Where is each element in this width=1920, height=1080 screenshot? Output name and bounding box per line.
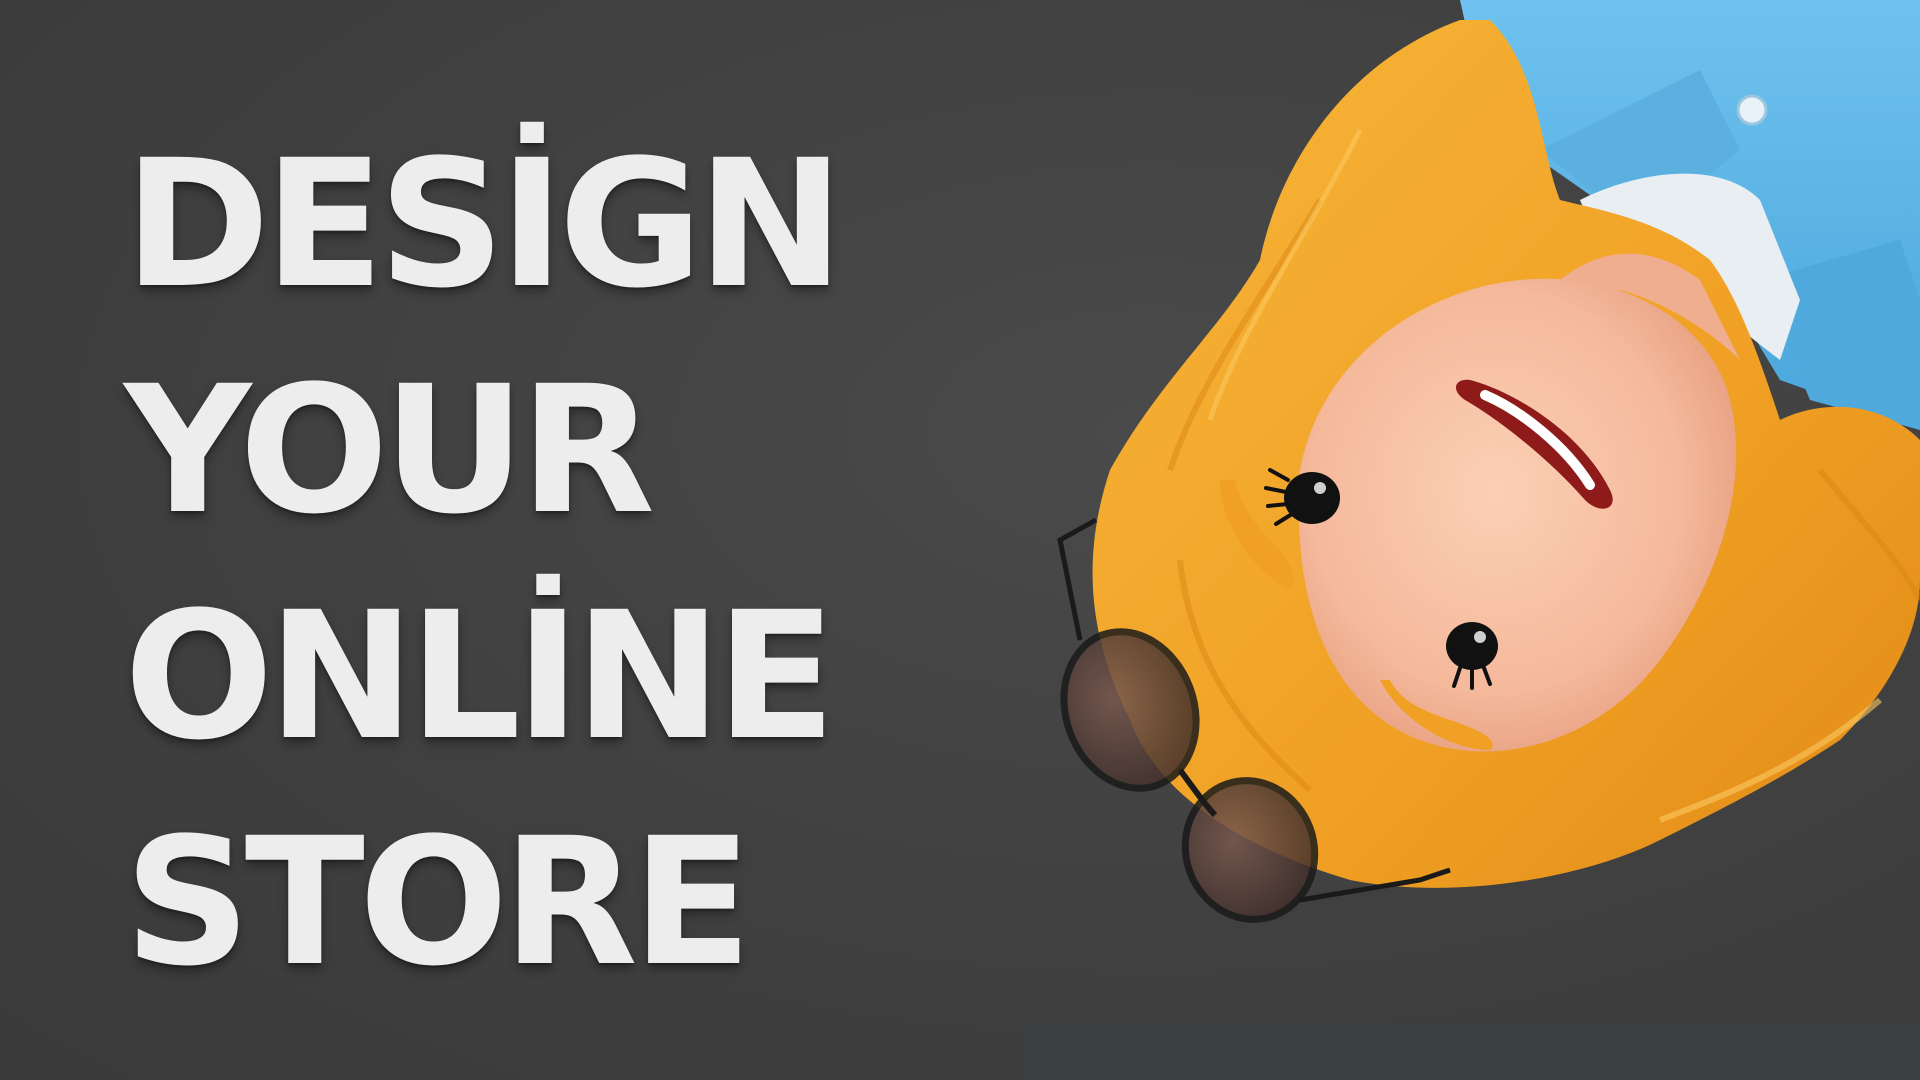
headline: DESİGN YOUR ONLİNE STORE [124,112,1024,1016]
headline-line-3: ONLİNE [124,574,836,779]
headline-line-4: STORE [124,800,752,1005]
character-illustration [1057,0,1920,923]
headline-line-1: DESİGN [124,122,844,327]
headline-line-2: YOUR [124,348,655,553]
